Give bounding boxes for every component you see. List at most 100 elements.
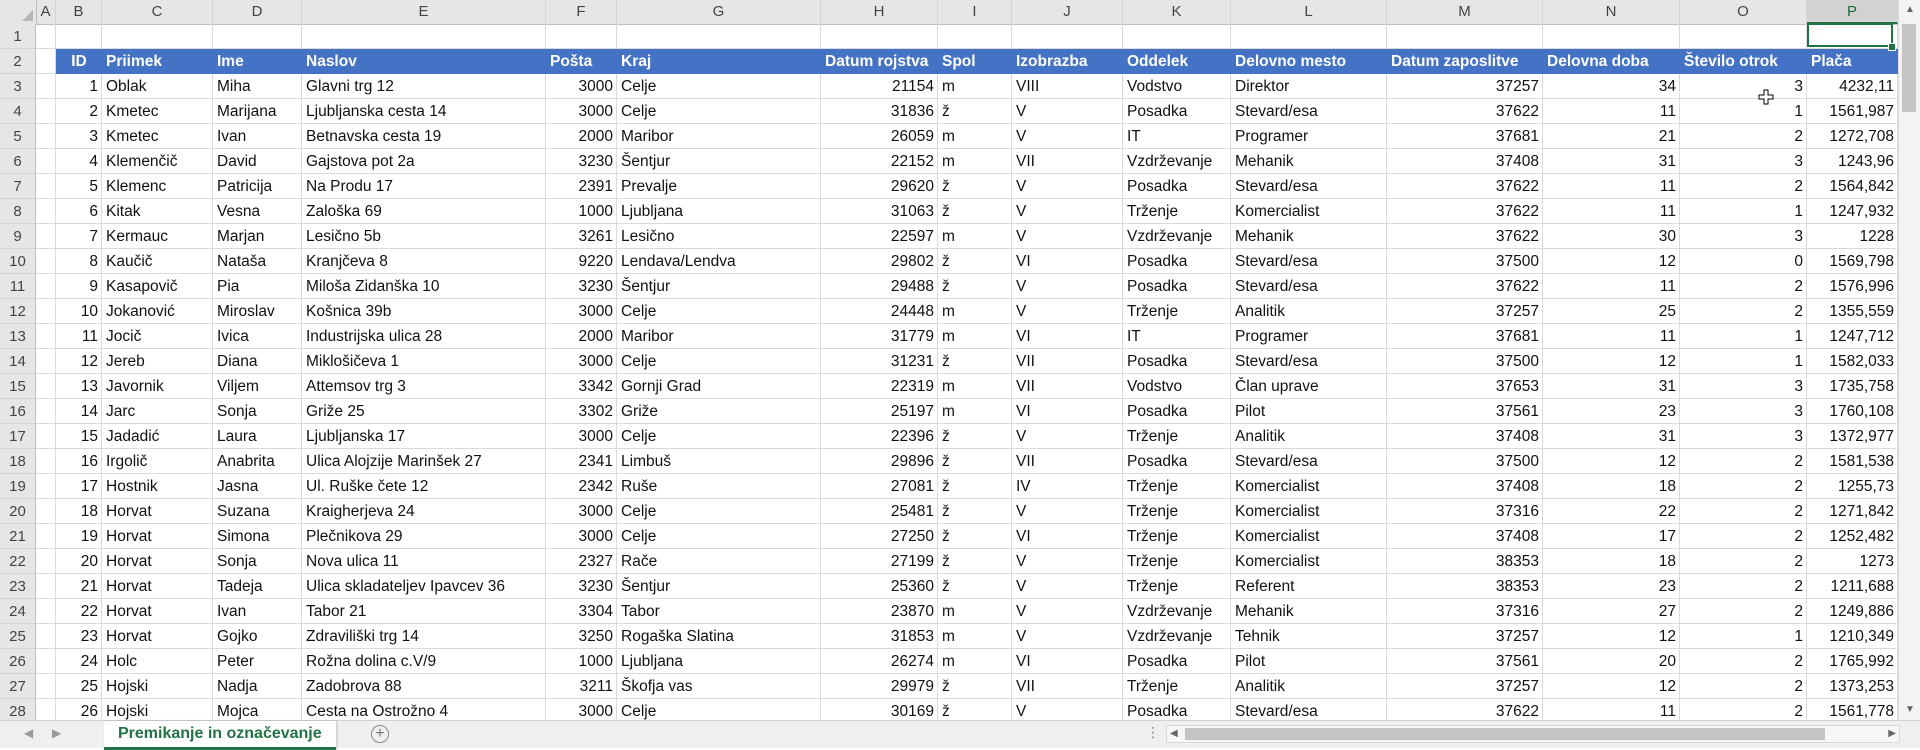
table-cell[interactable]: ž	[938, 524, 1012, 549]
table-cell[interactable]: ž	[938, 424, 1012, 449]
table-cell[interactable]: 2	[1680, 549, 1807, 574]
row-header[interactable]: 20	[0, 499, 36, 524]
table-cell[interactable]: 2	[1680, 174, 1807, 199]
table-cell[interactable]: 0	[1680, 249, 1807, 274]
table-cell[interactable]: 2	[1680, 674, 1807, 699]
table-cell[interactable]: 37561	[1387, 399, 1543, 424]
table-cell[interactable]: 2	[1680, 299, 1807, 324]
table-cell[interactable]: Celje	[617, 699, 821, 720]
table-cell[interactable]: Trženje	[1123, 424, 1231, 449]
table-cell[interactable]: 2	[1680, 124, 1807, 149]
table-cell[interactable]: Trženje	[1123, 574, 1231, 599]
table-cell[interactable]: Horvat	[102, 524, 213, 549]
row-header[interactable]: 13	[0, 324, 36, 349]
table-cell[interactable]: 1581,538	[1807, 449, 1898, 474]
column-title-cell[interactable]: Datum rojstva	[821, 49, 938, 74]
table-cell[interactable]: 1211,688	[1807, 574, 1898, 599]
table-cell[interactable]: 3	[56, 124, 102, 149]
table-cell[interactable]: 1372,977	[1807, 424, 1898, 449]
table-cell[interactable]: VII	[1012, 674, 1123, 699]
table-cell[interactable]: m	[938, 124, 1012, 149]
table-cell[interactable]: 1243,96	[1807, 149, 1898, 174]
scroll-up-arrow-icon[interactable]: ▲	[1899, 4, 1920, 15]
table-cell[interactable]: Hostnik	[102, 474, 213, 499]
table-cell[interactable]: 37622	[1387, 224, 1543, 249]
table-cell[interactable]: Nadja	[213, 674, 302, 699]
table-cell[interactable]: Ivan	[213, 599, 302, 624]
horizontal-scroll-thumb[interactable]	[1185, 728, 1825, 740]
table-cell[interactable]: Ivica	[213, 324, 302, 349]
table-cell[interactable]: 1247,932	[1807, 199, 1898, 224]
table-cell[interactable]: 1	[1680, 624, 1807, 649]
table-cell[interactable]: 31853	[821, 624, 938, 649]
table-cell[interactable]: 37622	[1387, 274, 1543, 299]
table-cell[interactable]: 3000	[546, 349, 617, 374]
column-title-cell[interactable]: Ime	[213, 49, 302, 74]
table-cell[interactable]: ž	[938, 549, 1012, 574]
table-cell[interactable]: Griže	[617, 399, 821, 424]
table-cell[interactable]: Ivan	[213, 124, 302, 149]
table-cell[interactable]: 2	[1680, 574, 1807, 599]
table-cell[interactable]: 3230	[546, 149, 617, 174]
table-cell[interactable]: 1252,482	[1807, 524, 1898, 549]
table-cell[interactable]: 13	[56, 374, 102, 399]
column-header-g[interactable]: G	[617, 0, 821, 24]
table-cell[interactable]: Klemenc	[102, 174, 213, 199]
table-cell[interactable]: 27081	[821, 474, 938, 499]
table-cell[interactable]: Vzdrževanje	[1123, 624, 1231, 649]
table-cell[interactable]: 2342	[546, 474, 617, 499]
row-header[interactable]: 11	[0, 274, 36, 299]
table-cell[interactable]: Klemenčič	[102, 149, 213, 174]
table-cell[interactable]: 3000	[546, 424, 617, 449]
table-cell[interactable]: Trženje	[1123, 299, 1231, 324]
table-cell[interactable]: 2	[56, 99, 102, 124]
table-cell[interactable]: Prevalje	[617, 174, 821, 199]
table-cell[interactable]: 21154	[821, 74, 938, 99]
vertical-scroll-thumb[interactable]	[1902, 24, 1916, 112]
table-cell[interactable]: Nova ulica 11	[302, 549, 546, 574]
table-cell[interactable]: Posadka	[1123, 99, 1231, 124]
table-cell[interactable]: 21	[56, 574, 102, 599]
table-cell[interactable]: 22152	[821, 149, 938, 174]
column-header-e[interactable]: E	[302, 0, 546, 24]
table-cell[interactable]: 23	[56, 624, 102, 649]
table-cell[interactable]: Komercialist	[1231, 549, 1387, 574]
table-cell[interactable]: V	[1012, 199, 1123, 224]
table-cell[interactable]: VII	[1012, 449, 1123, 474]
table-cell[interactable]: VI	[1012, 324, 1123, 349]
table-cell[interactable]: m	[938, 399, 1012, 424]
table-cell[interactable]: Ulica Alojzije Marinšek 27	[302, 449, 546, 474]
table-cell[interactable]: Kasapovič	[102, 274, 213, 299]
table-cell[interactable]: 38353	[1387, 574, 1543, 599]
table-cell[interactable]: 37316	[1387, 599, 1543, 624]
table-cell[interactable]: 3230	[546, 574, 617, 599]
table-cell[interactable]: V	[1012, 299, 1123, 324]
table-cell[interactable]: 31	[1543, 424, 1680, 449]
column-title-cell[interactable]: Oddelek	[1123, 49, 1231, 74]
table-cell[interactable]: 2	[1680, 649, 1807, 674]
column-header-f[interactable]: F	[546, 0, 617, 24]
column-header-m[interactable]: M	[1387, 0, 1543, 24]
table-cell[interactable]: 2	[1680, 449, 1807, 474]
table-cell[interactable]: 11	[1543, 699, 1680, 720]
table-cell[interactable]: Analitik	[1231, 424, 1387, 449]
table-cell[interactable]: V	[1012, 224, 1123, 249]
table-cell[interactable]: 34	[1543, 74, 1680, 99]
table-cell[interactable]: 26274	[821, 649, 938, 674]
table-cell[interactable]: 12	[1543, 449, 1680, 474]
table-cell[interactable]: 37257	[1387, 674, 1543, 699]
table-cell[interactable]: 18	[1543, 549, 1680, 574]
column-title-cell[interactable]: Pošta	[546, 49, 617, 74]
table-cell[interactable]: Horvat	[102, 574, 213, 599]
table-cell[interactable]: Marijana	[213, 99, 302, 124]
table-cell[interactable]: Stevard/esa	[1231, 174, 1387, 199]
table-cell[interactable]: 3000	[546, 99, 617, 124]
table-cell[interactable]: 3302	[546, 399, 617, 424]
table-cell[interactable]: Zadobrova 88	[302, 674, 546, 699]
column-header-b[interactable]: B	[56, 0, 102, 24]
table-cell[interactable]: 29488	[821, 274, 938, 299]
table-cell[interactable]: V	[1012, 124, 1123, 149]
table-cell[interactable]: 31063	[821, 199, 938, 224]
table-cell[interactable]: 37561	[1387, 649, 1543, 674]
table-cell[interactable]: VII	[1012, 349, 1123, 374]
